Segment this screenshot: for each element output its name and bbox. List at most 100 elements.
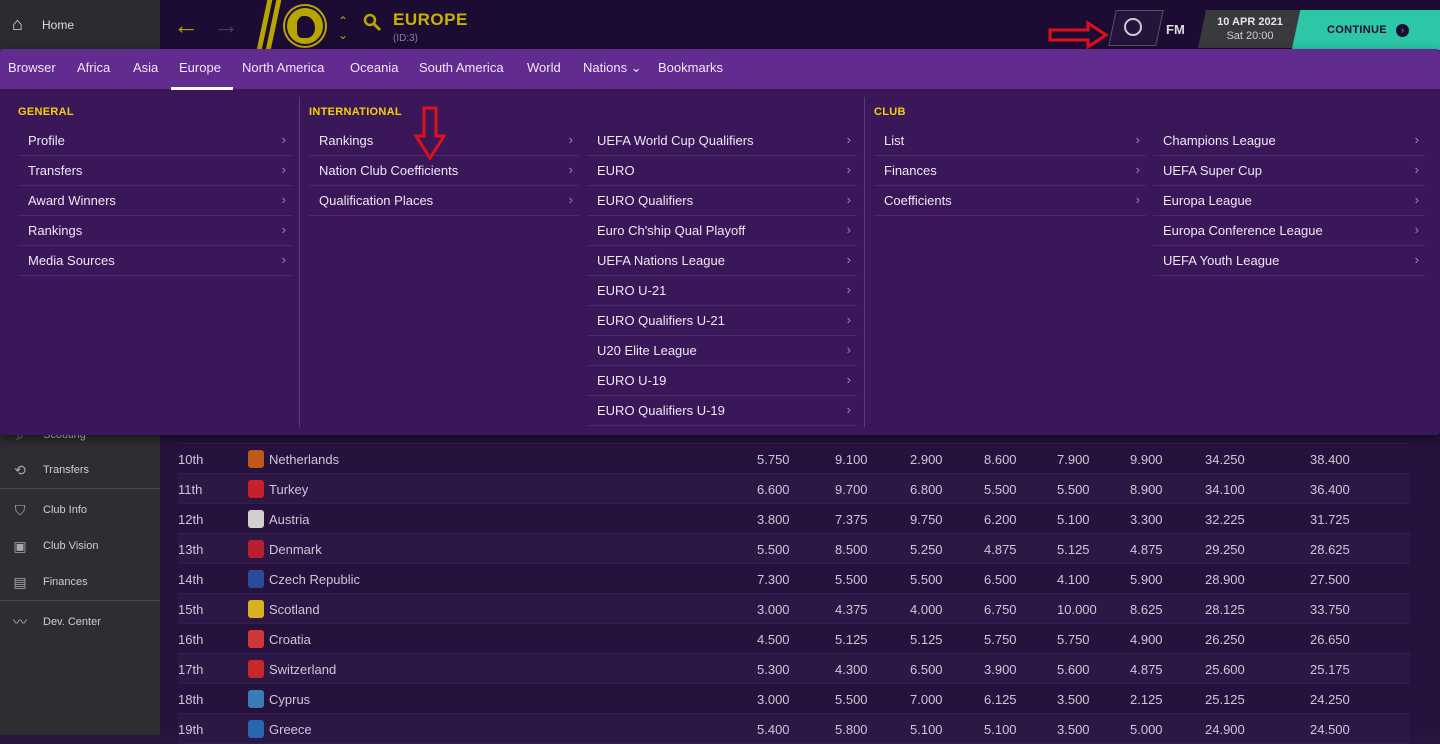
- tab-south-america[interactable]: South America: [419, 60, 504, 75]
- sidebar-item-finances[interactable]: ▤ Finances: [0, 566, 160, 598]
- club-menu-item[interactable]: Finances ›: [874, 156, 1146, 186]
- table-row[interactable]: 18th Cyprus 3.000 5.500 7.000 6.125 3.500 2.125…: [178, 684, 1410, 714]
- nation-flag-icon: [248, 510, 264, 528]
- tab-nations[interactable]: Nations ⌄: [583, 60, 642, 76]
- chevron-right-icon: ›: [1135, 192, 1140, 207]
- club-competition-menu-item[interactable]: UEFA Youth League ›: [1153, 246, 1425, 276]
- club-menu-item[interactable]: List ›: [874, 126, 1146, 156]
- competition-menu-item[interactable]: EURO U-19 ›: [587, 366, 857, 396]
- tab-browser[interactable]: Browser: [8, 60, 56, 75]
- competition-menu-item[interactable]: U20 Elite League ›: [587, 336, 857, 366]
- chevron-right-icon: ›: [281, 252, 286, 267]
- game-date: 10 APR 2021: [1217, 16, 1283, 28]
- continue-label[interactable]: CONTINUE: [1327, 24, 1387, 36]
- general-menu-item[interactable]: Rankings ›: [18, 216, 292, 246]
- competition-menu-item[interactable]: EURO ›: [587, 156, 857, 186]
- menu-item-label: U20 Elite League: [597, 343, 697, 358]
- competition-menu-item[interactable]: EURO Qualifiers U-21 ›: [587, 306, 857, 336]
- nation-name-link[interactable]: Croatia: [269, 632, 311, 647]
- coefficient-cell: 4.100: [1057, 572, 1090, 587]
- rank-cell: 13th: [178, 542, 204, 557]
- club-competition-menu-item[interactable]: Champions League ›: [1153, 126, 1425, 156]
- region-dropdown-menu: Browser Africa Asia Europe North America…: [0, 49, 1440, 435]
- back-arrow-icon[interactable]: ←: [173, 10, 199, 40]
- tab-bookmarks[interactable]: Bookmarks: [658, 60, 723, 75]
- general-menu-item[interactable]: Profile ›: [18, 126, 292, 156]
- club-menu-item[interactable]: Coefficients ›: [874, 186, 1146, 216]
- chevron-right-icon: ›: [846, 162, 851, 177]
- menu-item-label: Transfers: [28, 163, 83, 178]
- coefficient-cell: 27.500: [1310, 572, 1350, 587]
- sidebar-item-transfers[interactable]: ⟲ Transfers: [0, 454, 160, 486]
- coefficient-cell: 5.500: [757, 542, 790, 557]
- competition-menu-item[interactable]: EURO U-21 ›: [587, 276, 857, 306]
- table-row[interactable]: 13th Denmark 5.500 8.500 5.250 4.875 5.125 4.87…: [178, 534, 1410, 564]
- coefficient-cell: 3.000: [757, 602, 790, 617]
- tab-north-america[interactable]: North America: [242, 60, 324, 75]
- table-row[interactable]: 16th Croatia 4.500 5.125 5.125 5.750 5.750 4.90…: [178, 624, 1410, 654]
- tab-africa[interactable]: Africa: [77, 60, 110, 75]
- table-row[interactable]: 19th Greece 5.400 5.800 5.100 5.100 3.500 5.000…: [178, 714, 1410, 744]
- club-competition-menu-item[interactable]: Europa Conference League ›: [1153, 216, 1425, 246]
- nation-flag-icon: [248, 720, 264, 738]
- club-competition-menu-item[interactable]: UEFA Super Cup ›: [1153, 156, 1425, 186]
- nation-name-link[interactable]: Austria: [269, 512, 309, 527]
- forward-arrow-icon[interactable]: →: [213, 10, 239, 40]
- competition-menu-item[interactable]: UEFA Nations League ›: [587, 246, 857, 276]
- sidebar-item-club-info[interactable]: ⛉ Club Info: [0, 494, 160, 526]
- continue-arrow-icon[interactable]: ›: [1396, 24, 1409, 37]
- nation-name-link[interactable]: Turkey: [269, 482, 308, 497]
- international-menu-item[interactable]: Qualification Places ›: [309, 186, 579, 216]
- table-row[interactable]: 12th Austria 3.800 7.375 9.750 6.200 5.100 3.30…: [178, 504, 1410, 534]
- competition-menu-item[interactable]: UEFA World Cup Qualifiers ›: [587, 126, 857, 156]
- nation-name-link[interactable]: Czech Republic: [269, 572, 360, 587]
- general-menu-item[interactable]: Transfers ›: [18, 156, 292, 186]
- up-down-chevrons-icon[interactable]: ⌃ ⌄: [338, 14, 348, 42]
- nation-flag-icon: [248, 600, 264, 618]
- competition-menu-item[interactable]: Euro Ch'ship Qual Playoff ›: [587, 216, 857, 246]
- menu-item-label: UEFA Nations League: [597, 253, 725, 268]
- tab-world[interactable]: World: [527, 60, 561, 75]
- table-row[interactable]: 14th Czech Republic 7.300 5.500 5.500 6.500 4.…: [178, 564, 1410, 594]
- nation-name-link[interactable]: Netherlands: [269, 452, 339, 467]
- coefficient-cell: 2.900: [910, 452, 943, 467]
- coefficient-cell: 28.125: [1205, 602, 1245, 617]
- menu-item-label: EURO: [597, 163, 635, 178]
- coefficient-cell: 3.900: [984, 662, 1017, 677]
- table-row[interactable]: 10th Netherlands 5.750 9.100 2.900 8.600 7.900…: [178, 444, 1410, 474]
- sidebar-item-dev-center[interactable]: 〰 Dev. Center: [0, 606, 160, 638]
- tab-oceania[interactable]: Oceania: [350, 60, 398, 75]
- nation-name-link[interactable]: Switzerland: [269, 662, 336, 677]
- search-icon[interactable]: [362, 12, 382, 32]
- table-row[interactable]: 11th Turkey 6.600 9.700 6.800 5.500 5.500 8.900…: [178, 474, 1410, 504]
- sidebar-item-club-vision[interactable]: ▣ Club Vision: [0, 530, 160, 562]
- coefficient-cell: 6.500: [984, 572, 1017, 587]
- international-menu-item[interactable]: Nation Club Coefficients ›: [309, 156, 579, 186]
- column-divider: [864, 97, 865, 427]
- general-menu-item[interactable]: Media Sources ›: [18, 246, 292, 276]
- nation-name-link[interactable]: Cyprus: [269, 692, 310, 707]
- coefficient-cell: 28.625: [1310, 542, 1350, 557]
- tab-europe[interactable]: Europe: [171, 60, 233, 90]
- chevron-right-icon: ›: [281, 222, 286, 237]
- table-row[interactable]: 17th Switzerland 5.300 4.300 6.500 3.900 5.600…: [178, 654, 1410, 684]
- coefficient-cell: 5.100: [1057, 512, 1090, 527]
- coefficient-cell: 4.875: [984, 542, 1017, 557]
- coefficient-cell: 9.750: [910, 512, 943, 527]
- nation-name-link[interactable]: Scotland: [269, 602, 320, 617]
- tab-asia[interactable]: Asia: [133, 60, 158, 75]
- coefficient-cell: 28.900: [1205, 572, 1245, 587]
- nation-name-link[interactable]: Denmark: [269, 542, 322, 557]
- nation-flag-icon: [248, 480, 264, 498]
- menu-item-label: UEFA Youth League: [1163, 253, 1280, 268]
- competition-menu-item[interactable]: EURO Qualifiers ›: [587, 186, 857, 216]
- club-competition-menu-item[interactable]: Europa League ›: [1153, 186, 1425, 216]
- table-row[interactable]: 15th Scotland 3.000 4.375 4.000 6.750 10.000 8.…: [178, 594, 1410, 624]
- nation-flag-icon: [248, 660, 264, 678]
- competition-menu-item[interactable]: EURO Qualifiers U-19 ›: [587, 396, 857, 426]
- home-button[interactable]: ⌂ Home: [0, 0, 160, 50]
- general-menu-item[interactable]: Award Winners ›: [18, 186, 292, 216]
- nation-coefficients-table: 10th Netherlands 5.750 9.100 2.900 8.600 7.900…: [160, 430, 1440, 744]
- chevron-right-icon: ›: [1414, 222, 1419, 237]
- nation-flag-icon: [248, 450, 264, 468]
